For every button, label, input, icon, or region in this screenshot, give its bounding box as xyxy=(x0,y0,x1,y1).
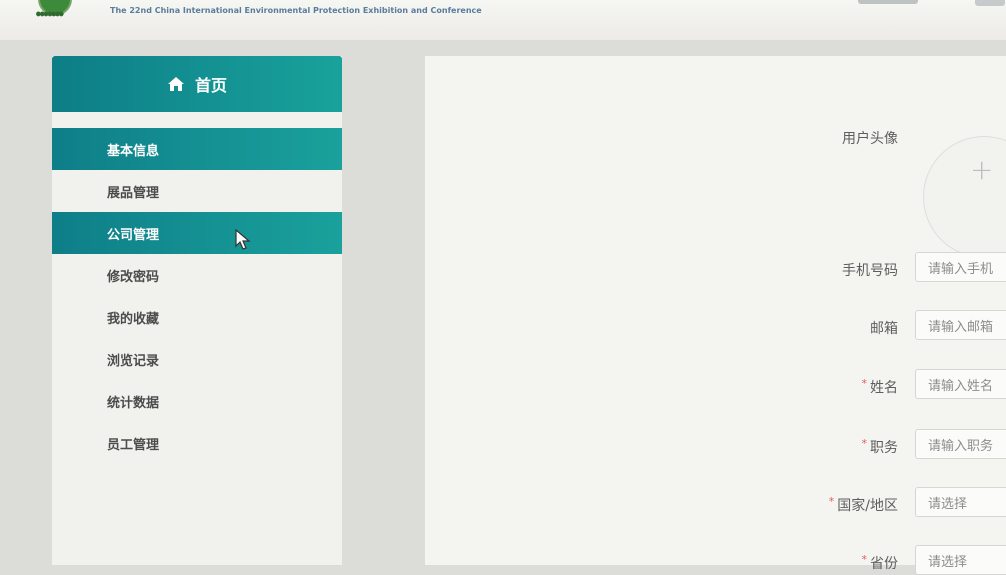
position-field[interactable]: 请输入职务 xyxy=(915,429,1006,459)
home-icon xyxy=(167,77,184,91)
mouse-cursor-icon xyxy=(235,229,251,250)
avatar-label: 用户头像 xyxy=(842,131,898,147)
name-field[interactable]: 请输入姓名 xyxy=(915,369,1006,399)
sidebar-item-basic-info[interactable]: 基本信息 xyxy=(52,128,342,170)
email-field[interactable]: 请输入邮箱 xyxy=(915,310,1006,340)
sidebar-item-favorites[interactable]: 我的收藏 xyxy=(52,296,342,338)
required-mark: * xyxy=(861,377,868,390)
site-subtitle: The 22nd China International Environment… xyxy=(110,6,482,15)
sidebar-item-statistics[interactable]: 统计数据 xyxy=(52,380,342,422)
sidebar-item-label: 浏览记录 xyxy=(107,353,160,369)
position-label: * 职务 xyxy=(862,437,899,457)
sidebar-menu: 基本信息 展品管理 公司管理 修改密码 我的收藏 浏览记录 统计数据 员工管理 xyxy=(52,128,342,464)
sidebar-item-company[interactable]: 公司管理 xyxy=(52,212,342,254)
name-label: * 姓名 xyxy=(862,377,899,397)
home-label: 首页 xyxy=(194,76,227,95)
province-label-text: 省份 xyxy=(870,556,898,572)
sidebar-home[interactable]: 首页 xyxy=(52,56,342,112)
country-select[interactable]: 请选择 xyxy=(915,487,1006,517)
country-label: * 国家/地区 xyxy=(829,495,898,515)
sidebar-item-label: 我的收藏 xyxy=(107,311,160,327)
plus-icon: + xyxy=(970,153,994,186)
required-mark: * xyxy=(861,437,868,450)
sidebar-item-label: 员工管理 xyxy=(107,437,160,453)
position-label-text: 职务 xyxy=(870,440,898,456)
sidebar-item-password[interactable]: 修改密码 xyxy=(52,254,342,296)
header-link[interactable] xyxy=(858,0,918,4)
sidebar-item-label: 基本信息 xyxy=(107,143,160,159)
sidebar-item-label: 公司管理 xyxy=(107,227,160,243)
header-link[interactable] xyxy=(975,0,1005,6)
phone-field[interactable]: 请输入手机 xyxy=(915,252,1006,282)
profile-form: 用户头像 + 手机号码 请输入手机 邮箱 请输入邮箱 * 姓名 请输入姓名 * 职务… xyxy=(425,56,1006,575)
logo-dots: ●●●●●●● xyxy=(36,9,64,18)
sidebar-item-history[interactable]: 浏览记录 xyxy=(52,338,342,380)
sidebar-item-label: 展品管理 xyxy=(107,185,160,201)
name-label-text: 姓名 xyxy=(870,380,898,396)
province-label: * 省份 xyxy=(862,553,899,573)
phone-label: 手机号码 xyxy=(842,263,898,279)
sidebar-item-label: 修改密码 xyxy=(107,269,160,285)
sidebar-item-staff[interactable]: 员工管理 xyxy=(52,422,342,464)
province-select[interactable]: 请选择 xyxy=(915,545,1006,575)
sidebar-item-exhibits[interactable]: 展品管理 xyxy=(52,170,342,212)
site-header: ●●●●●●● The 22nd China International Env… xyxy=(0,0,1006,40)
avatar-upload[interactable] xyxy=(923,136,1006,258)
sidebar: 首页 基本信息 展品管理 公司管理 修改密码 我的收藏 浏览记录 统计数据 员工… xyxy=(52,56,342,565)
sidebar-item-label: 统计数据 xyxy=(107,395,160,411)
required-mark: * xyxy=(861,553,868,566)
required-mark: * xyxy=(828,495,835,508)
email-label: 邮箱 xyxy=(870,321,898,337)
country-label-text: 国家/地区 xyxy=(837,498,898,514)
